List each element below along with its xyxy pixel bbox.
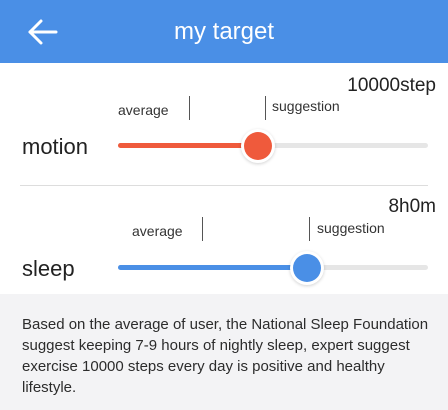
motion-slider-thumb[interactable] xyxy=(244,132,272,160)
description-text: Based on the average of user, the Nation… xyxy=(22,316,429,396)
sleep-label: sleep xyxy=(22,256,75,281)
app-header: my target xyxy=(0,0,448,63)
motion-label: motion xyxy=(22,134,89,159)
sleep-slider-thumb[interactable] xyxy=(293,254,321,282)
sleep-suggestion-tick xyxy=(309,217,310,241)
sleep-average-label: average xyxy=(132,223,183,239)
motion-target-section: 10000step average suggestion motion xyxy=(0,63,448,186)
motion-goal-value: 10000step xyxy=(347,75,436,96)
sleep-slider[interactable] xyxy=(118,265,428,270)
sleep-average-tick xyxy=(202,217,203,241)
motion-suggestion-tick xyxy=(265,96,266,120)
motion-average-tick xyxy=(189,96,190,120)
motion-slider-fill xyxy=(118,143,258,148)
sleep-slider-fill xyxy=(118,265,307,270)
page-title: my target xyxy=(173,18,275,45)
motion-average-label: average xyxy=(118,102,169,118)
description-panel: Based on the average of user, the Nation… xyxy=(0,294,448,410)
sleep-goal-value: 8h0m xyxy=(388,196,436,217)
sleep-target-section: 8h0m average suggestion sleep xyxy=(0,186,448,294)
sleep-suggestion-label: suggestion xyxy=(317,220,385,236)
motion-slider[interactable] xyxy=(118,143,428,148)
motion-suggestion-label: suggestion xyxy=(272,98,340,114)
